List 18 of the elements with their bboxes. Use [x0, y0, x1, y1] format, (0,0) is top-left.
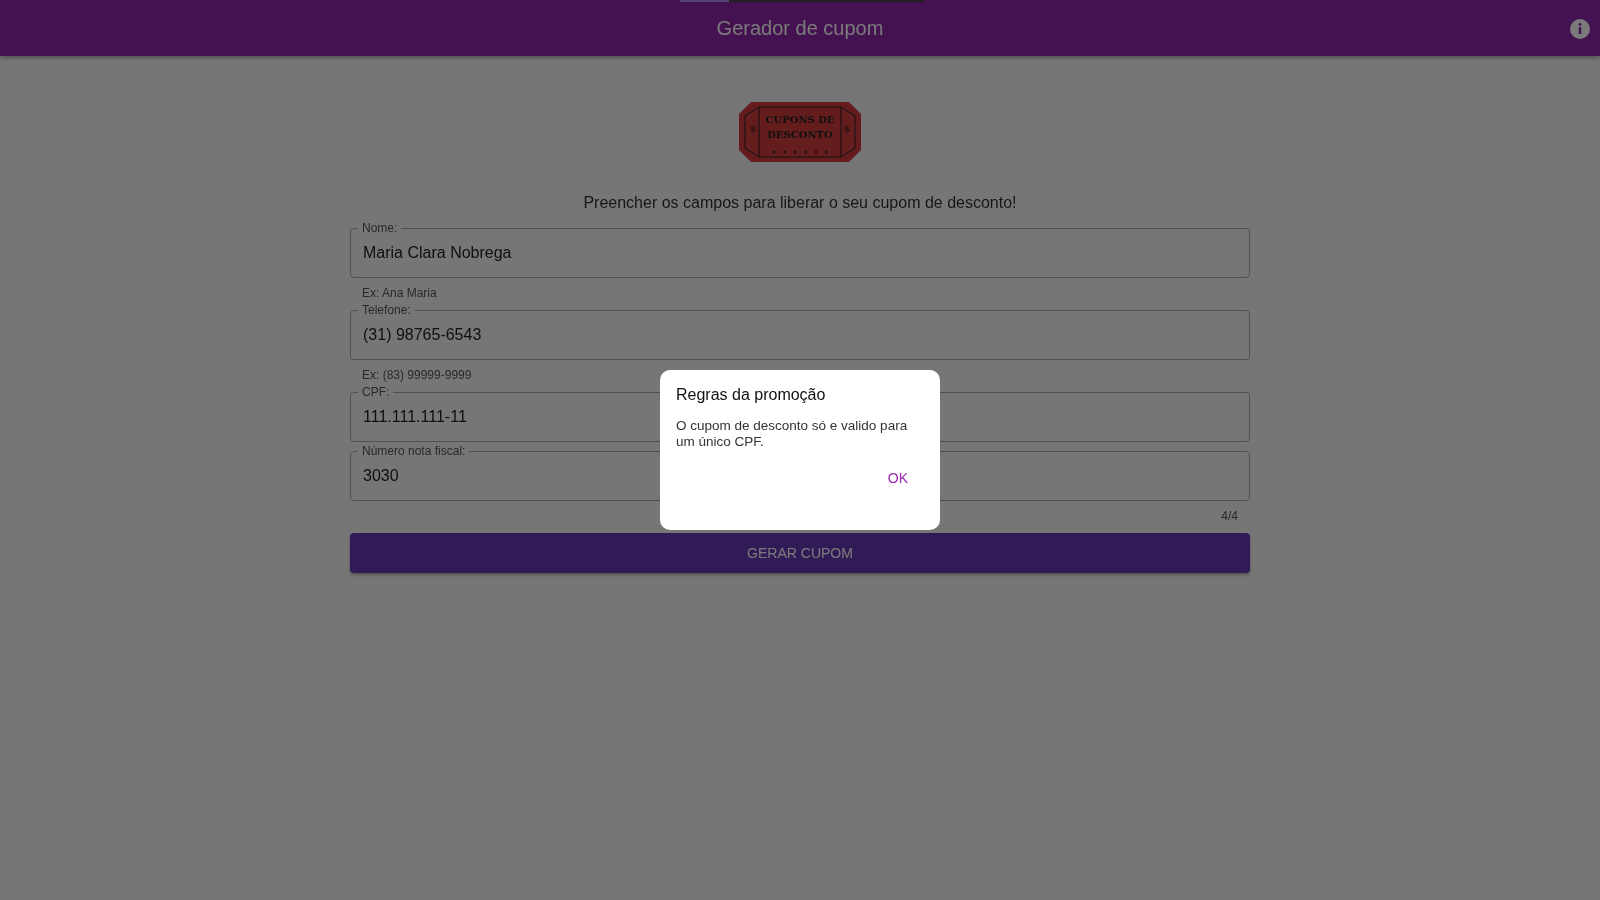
field-label: Nome: — [358, 221, 402, 235]
helper-text: Ex: (83) 99999-9999 — [362, 368, 472, 382]
dialog-message: O cupom de desconto só e valido para um único CPF. — [676, 418, 909, 450]
dollar-sign: $ — [843, 123, 850, 134]
field-label: Número nota fiscal: — [358, 444, 470, 458]
character-counter: 4/4 — [1221, 509, 1238, 523]
field-label: Telefone: — [358, 303, 415, 317]
logo-text: CUPONS DE — [765, 113, 835, 127]
generate-coupon-button[interactable]: GERAR CUPOM — [350, 533, 1250, 573]
instruction-text: Preencher os campos para liberar o seu cupom de desconto! — [583, 194, 1017, 212]
info-icon[interactable] — [1570, 19, 1590, 39]
helper-text: Ex: Ana Maria — [362, 286, 437, 300]
dollar-sign: $ — [750, 123, 757, 134]
field-label: CPF: — [358, 385, 394, 399]
dialog-title: Regras da promoção — [676, 386, 827, 404]
ok-button[interactable]: OK — [871, 462, 924, 494]
logo-text: DESCONTO — [766, 128, 834, 142]
app-title: Gerador de cupom — [716, 16, 884, 40]
